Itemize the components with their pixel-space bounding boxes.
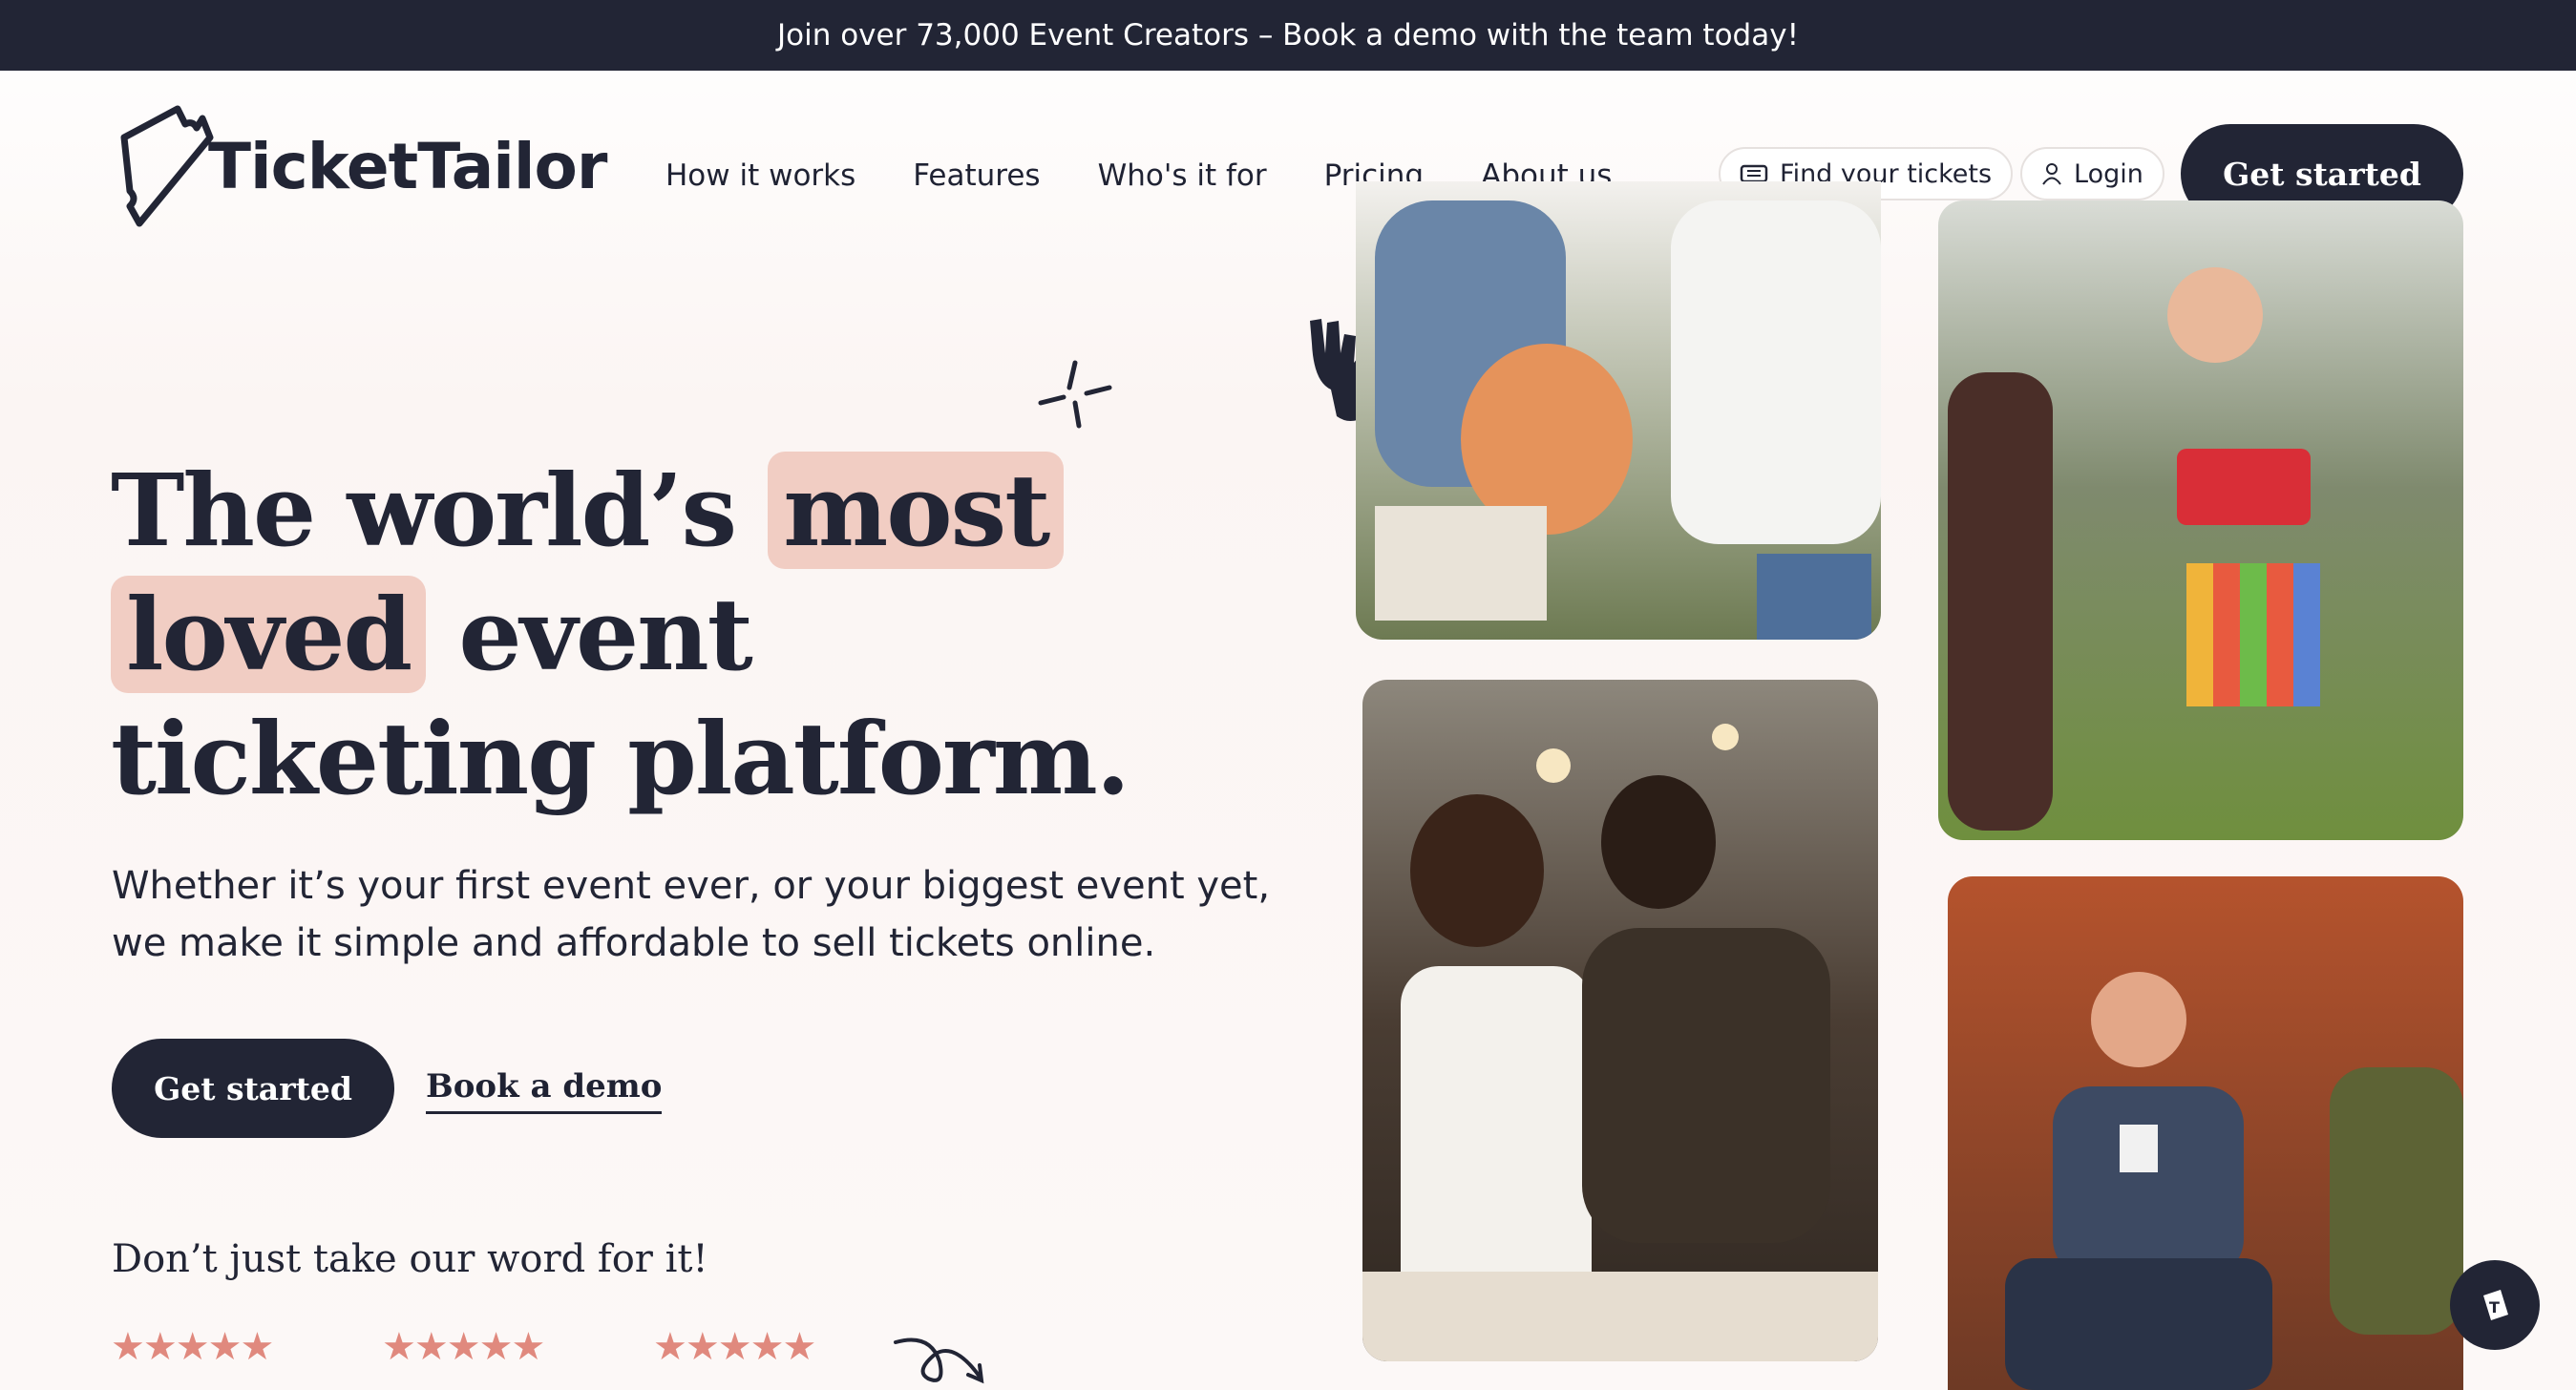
user-icon: [2042, 163, 2061, 185]
hero-get-started-label: Get started: [154, 1069, 352, 1107]
banner-text[interactable]: Join over 73,000 Event Creators – Book a…: [777, 18, 1799, 53]
logo-wordmark: TicketTailor: [208, 129, 607, 203]
photo-workshop: [1362, 680, 1878, 1361]
hero-heading-line-2: loved event: [111, 573, 1295, 697]
reviews-heading: Don’t just take our word for it!: [112, 1237, 708, 1281]
chat-widget-button[interactable]: T: [2450, 1260, 2540, 1350]
site-header: TicketTailor How it works Features Who's…: [0, 71, 2576, 227]
hero-highlight-loved: loved: [111, 576, 427, 693]
rating-stars-2: ★★★★★: [382, 1325, 545, 1369]
chat-widget-icon: T: [2483, 1290, 2508, 1320]
hero-subtitle-line-1: Whether it’s your first event ever, or y…: [112, 864, 1271, 908]
hero-get-started-button[interactable]: Get started: [112, 1039, 394, 1138]
nav-whos-it-for[interactable]: Who's it for: [1098, 158, 1267, 193]
hero-heading-line-3: ticketing platform.: [111, 700, 1130, 817]
login-button[interactable]: Login: [2020, 147, 2164, 200]
photo-panel-speaker-image: [1948, 876, 2463, 1390]
photo-pumpkin: [1356, 181, 1881, 640]
photo-pumpkin-image: [1356, 181, 1881, 640]
nav-how-it-works[interactable]: How it works: [665, 158, 855, 193]
logo[interactable]: TicketTailor: [111, 99, 607, 233]
hero-heading-text: event: [426, 576, 752, 693]
hero-heading-text: The world’s: [111, 452, 769, 569]
photo-festival-dancer-image: [1938, 200, 2463, 840]
login-label: Login: [2074, 158, 2143, 189]
hero-heading: The world’s most loved event ticketing p…: [111, 449, 1295, 821]
announcement-banner[interactable]: Join over 73,000 Event Creators – Book a…: [0, 0, 2576, 71]
hero-subtitle-line-2: we make it simple and affordable to sell…: [112, 921, 1156, 965]
svg-text:T: T: [2489, 1298, 2500, 1316]
photo-festival-dancer: [1938, 200, 2463, 840]
nav-features[interactable]: Features: [913, 158, 1040, 193]
hero-highlight-most: most: [768, 452, 1065, 569]
hero-subtitle: Whether it’s your first event ever, or y…: [112, 857, 1277, 972]
photo-workshop-image: [1362, 680, 1878, 1361]
sparkle-icon: [1038, 360, 1112, 429]
hero-heading-line-1: The world’s most: [111, 449, 1295, 573]
rating-stars-1: ★★★★★: [111, 1325, 274, 1369]
photo-panel-speaker: [1948, 876, 2463, 1390]
header-get-started-label: Get started: [2223, 155, 2421, 193]
book-demo-link[interactable]: Book a demo: [426, 1067, 663, 1114]
rating-stars-3: ★★★★★: [653, 1325, 816, 1369]
curly-arrow-icon: [894, 1337, 984, 1384]
ticket-logo-icon: [120, 105, 214, 227]
